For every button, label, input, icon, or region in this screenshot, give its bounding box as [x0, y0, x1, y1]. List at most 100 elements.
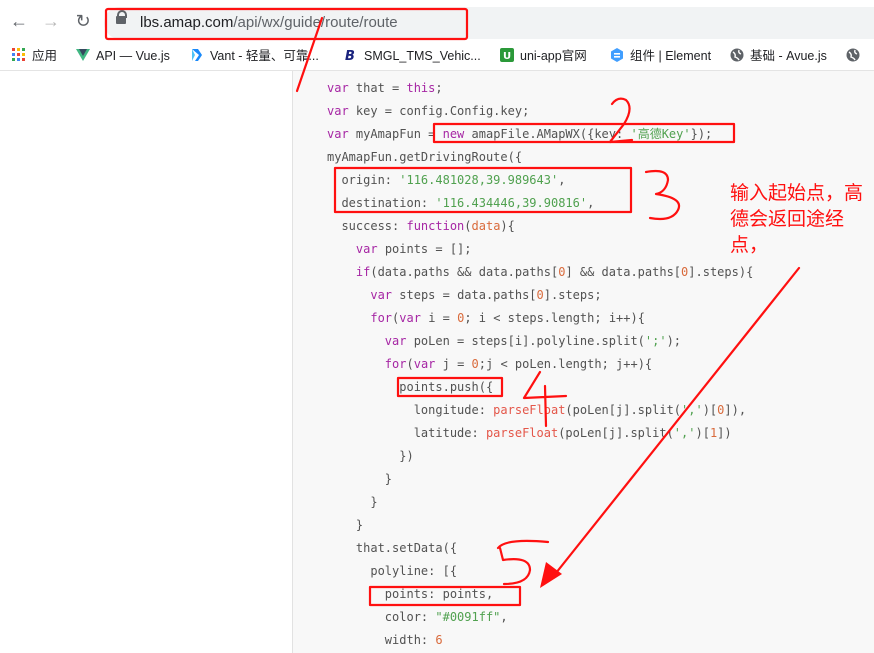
url-host: lbs.amap.com — [140, 14, 234, 31]
code-token: ( — [406, 357, 414, 371]
code-token: ); — [666, 334, 682, 348]
url-text: lbs.amap.com/api/wx/guide/route/route — [140, 14, 398, 31]
vue-logo-icon — [76, 48, 90, 62]
code-token: myAmapFun.getDrivingRoute({ — [327, 150, 523, 164]
code-token: (poLen[j].split( — [565, 403, 682, 417]
bookmark-label: API — Vue.js — [96, 49, 170, 63]
bookmark-apps[interactable]: 应用 — [12, 47, 57, 65]
code-token: ( — [464, 219, 472, 233]
code-token: new — [442, 127, 472, 141]
code-token: } — [327, 518, 364, 532]
code-token: var — [384, 334, 414, 348]
address-bar[interactable]: lbs.amap.com/api/wx/guide/route/route — [104, 7, 874, 39]
bookmark-more[interactable] — [846, 47, 866, 65]
code-token: parseFloat — [493, 403, 566, 417]
code-token: ){ — [500, 219, 515, 233]
back-arrow-icon[interactable]: ← — [8, 10, 30, 32]
code-token: } — [327, 495, 378, 509]
code-token: key = config.Config.key; — [355, 104, 530, 118]
code-token: points: points, — [327, 587, 494, 601]
code-token: 0 — [471, 357, 479, 371]
code-token: ]) — [717, 426, 732, 440]
code-token: ; — [435, 81, 443, 95]
code-token: } — [327, 472, 393, 486]
bookmark-avue[interactable]: 基础 - Avue.js — [730, 47, 827, 65]
apps-grid-icon — [12, 48, 26, 62]
svg-text:U: U — [503, 51, 511, 62]
url-path: /api/wx/guide/route/route — [233, 14, 398, 31]
code-token: )[ — [695, 426, 710, 440]
code-token: origin: — [327, 173, 400, 187]
code-token: poLen = steps[i].polyline.split( — [413, 334, 645, 348]
code-line: var poLen = steps[i].polyline.split(';')… — [327, 331, 681, 351]
code-token: function — [406, 219, 465, 233]
bookmark-label: SMGL_TMS_Vehic... — [364, 49, 481, 63]
code-token: if — [355, 265, 371, 279]
code-line: var that = this; — [327, 78, 443, 98]
forward-arrow-icon[interactable]: → — [40, 10, 62, 32]
code-token: color: — [327, 610, 436, 624]
code-line: }) — [327, 446, 414, 466]
bookmark-label: 组件 | Element — [630, 49, 712, 63]
code-token: (poLen[j].split( — [558, 426, 674, 440]
uniapp-logo-icon: U — [500, 48, 514, 62]
code-token: j = — [442, 357, 472, 371]
code-token: points.push({ — [327, 380, 494, 394]
code-line: } — [327, 492, 378, 512]
code-token: ]), — [724, 403, 747, 417]
code-token: data — [471, 219, 501, 233]
bookmark-vue[interactable]: API — Vue.js — [76, 47, 170, 65]
code-token: , — [500, 610, 508, 624]
code-token: 0 — [536, 288, 544, 302]
code-line: var key = config.Config.key; — [327, 101, 529, 121]
code-token: steps = data.paths[ — [399, 288, 537, 302]
code-line: latitude: parseFloat(poLen[j].split(',')… — [327, 423, 732, 443]
code-token: var — [355, 242, 385, 256]
code-token: '高德Key' — [630, 127, 691, 141]
code-token: var — [327, 81, 356, 95]
code-token: var — [327, 127, 356, 141]
code-token: '116.434446,39.90816' — [435, 196, 588, 210]
code-token: that = — [355, 81, 407, 95]
code-token: var — [370, 288, 400, 302]
code-token: ; i < steps.length; i++){ — [464, 311, 645, 325]
code-token: polyline: [{ — [327, 564, 458, 578]
bookmark-vant[interactable]: Vant - 轻量、可靠... — [190, 47, 319, 65]
code-token: '116.481028,39.989643' — [399, 173, 559, 187]
code-token: points = []; — [384, 242, 472, 256]
code-token: ;j < poLen.length; j++){ — [478, 357, 653, 371]
bookmark-smgl[interactable]: B SMGL_TMS_Vehic... — [344, 47, 481, 65]
code-token: ].steps){ — [688, 265, 754, 279]
code-token: width: — [327, 633, 436, 647]
reload-icon[interactable]: ↻ — [72, 10, 94, 32]
bookmarks-bar: 应用 API — Vue.js Vant - 轻量、可靠... B SMGL_T… — [0, 42, 874, 71]
code-token: for — [384, 357, 407, 371]
code-line: } — [327, 515, 363, 535]
bookmark-element[interactable]: 组件 | Element — [610, 47, 711, 65]
code-token: }); — [690, 127, 713, 141]
code-line: origin: '116.481028,39.989643', — [327, 170, 565, 190]
svg-text:B: B — [345, 49, 355, 62]
code-line: success: function(data){ — [327, 216, 515, 236]
code-token: destination: — [327, 196, 436, 210]
browser-toolbar: ← → ↻ lbs.amap.com/api/wx/guide/route/ro… — [0, 0, 874, 42]
code-line: for(var j = 0;j < poLen.length; j++){ — [327, 354, 652, 374]
code-token: amapFile.AMapWX({key: — [471, 127, 631, 141]
left-panel — [0, 71, 293, 653]
code-token: }) — [327, 449, 414, 463]
bookmark-uniapp[interactable]: U uni-app官网 — [500, 47, 587, 65]
code-line: longitude: parseFloat(poLen[j].split(','… — [327, 400, 746, 420]
b-logo-icon: B — [344, 48, 358, 64]
bookmark-label: uni-app官网 — [520, 49, 587, 63]
code-line: var steps = data.paths[0].steps; — [327, 285, 601, 305]
code-token: that.setData({ — [327, 541, 458, 555]
code-token: for — [370, 311, 393, 325]
code-token: var — [399, 311, 429, 325]
code-token: ',' — [681, 403, 703, 417]
vant-logo-icon — [190, 48, 204, 62]
code-token: this — [406, 81, 436, 95]
